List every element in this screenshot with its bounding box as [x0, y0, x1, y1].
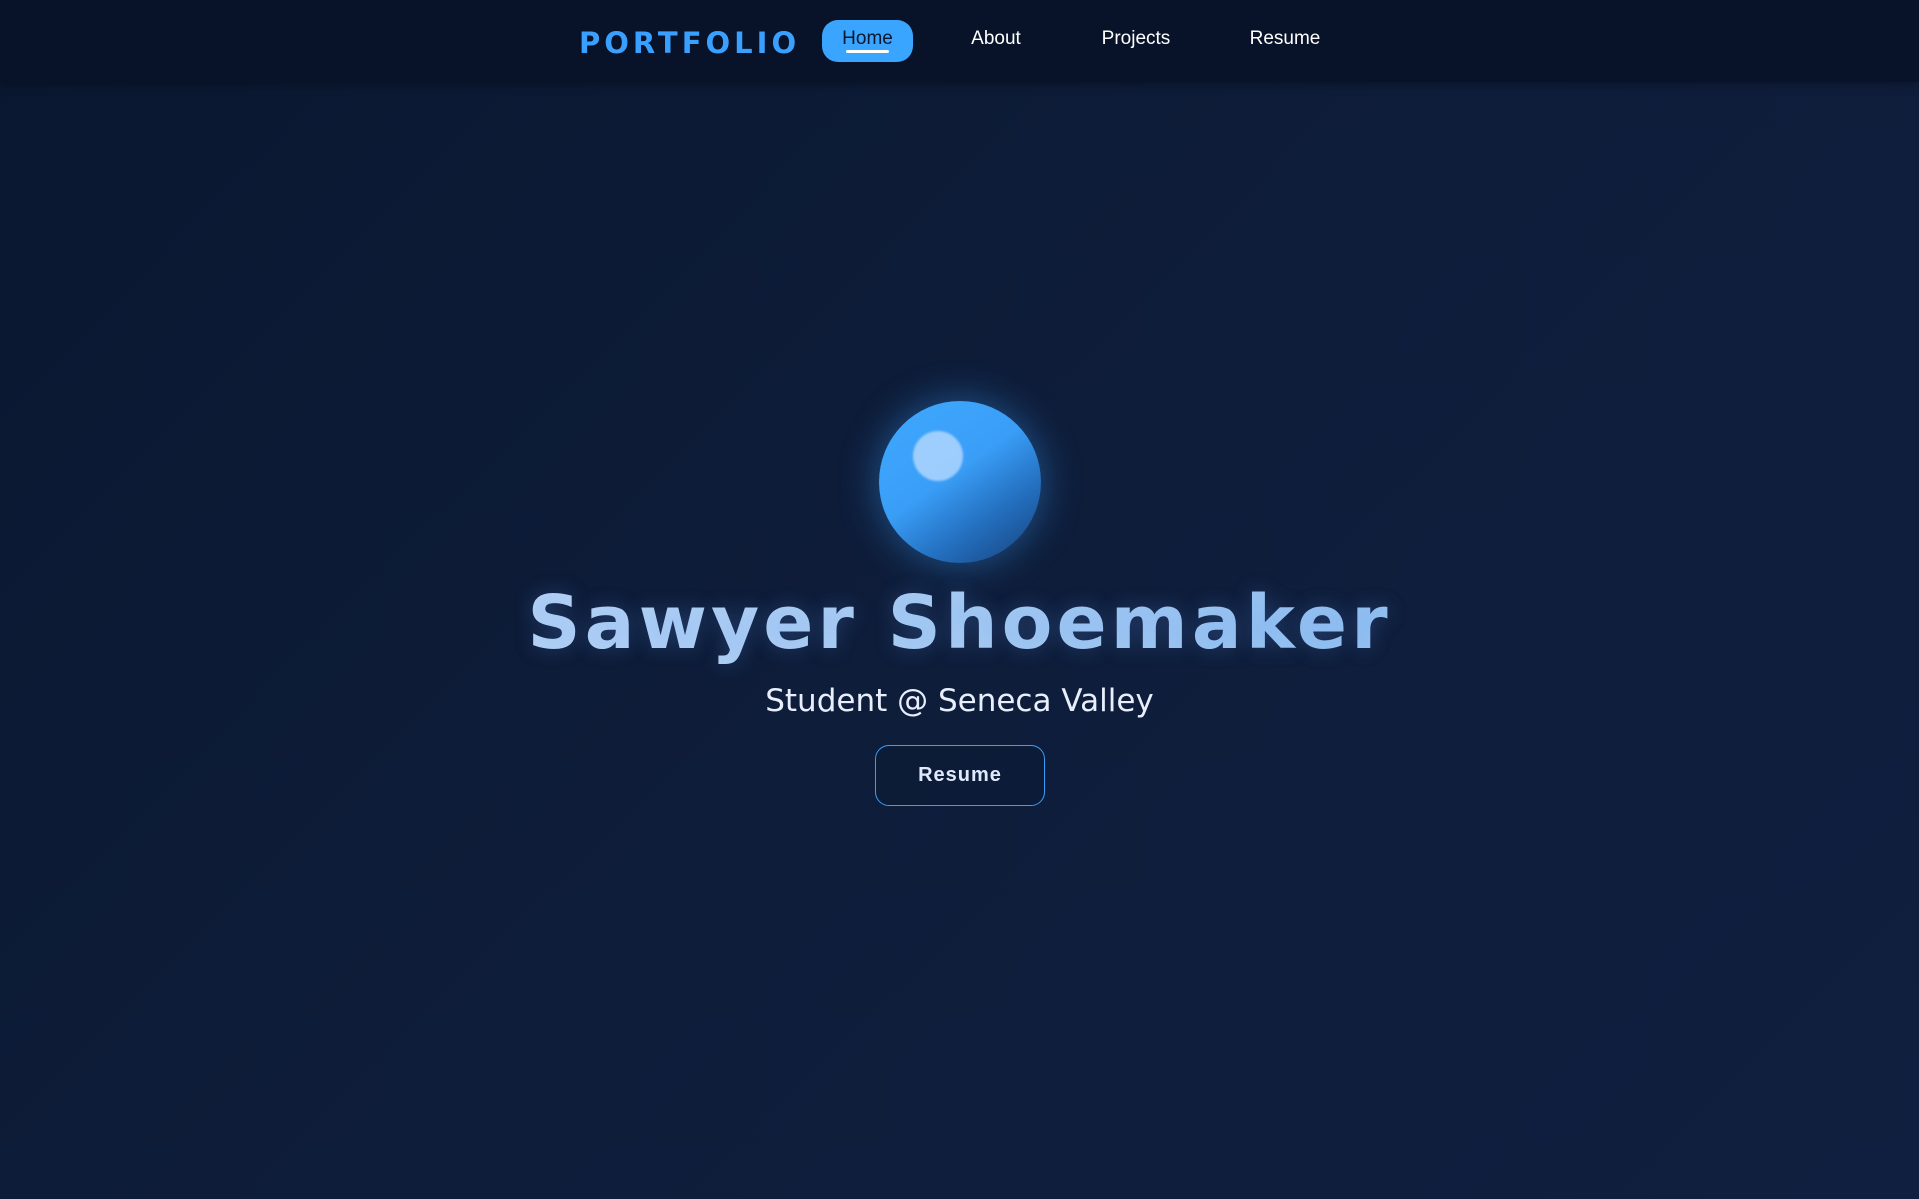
nav-projects-label: Projects	[1101, 28, 1171, 49]
hero-name: Sawyer Shoemaker	[0, 578, 1919, 668]
nav-home[interactable]: Home	[822, 20, 913, 62]
nav-projects[interactable]: Projects	[1091, 20, 1181, 62]
nav-resume-label: Resume	[1249, 28, 1321, 49]
top-nav-bar: PORTFOLIO Home About Projects Resume	[0, 0, 1919, 82]
orb-highlight	[913, 431, 963, 481]
nav-home-label: Home	[842, 28, 893, 49]
active-underline	[846, 50, 889, 53]
hero-subtitle: Student @ Seneca Valley	[765, 683, 1154, 719]
nav-about[interactable]: About	[956, 20, 1036, 62]
resume-button[interactable]: Resume	[875, 745, 1045, 806]
nav-about-label: About	[971, 28, 1021, 49]
nav-resume[interactable]: Resume	[1240, 20, 1330, 62]
site-logo[interactable]: PORTFOLIO	[579, 24, 800, 62]
avatar-orb	[879, 401, 1041, 563]
